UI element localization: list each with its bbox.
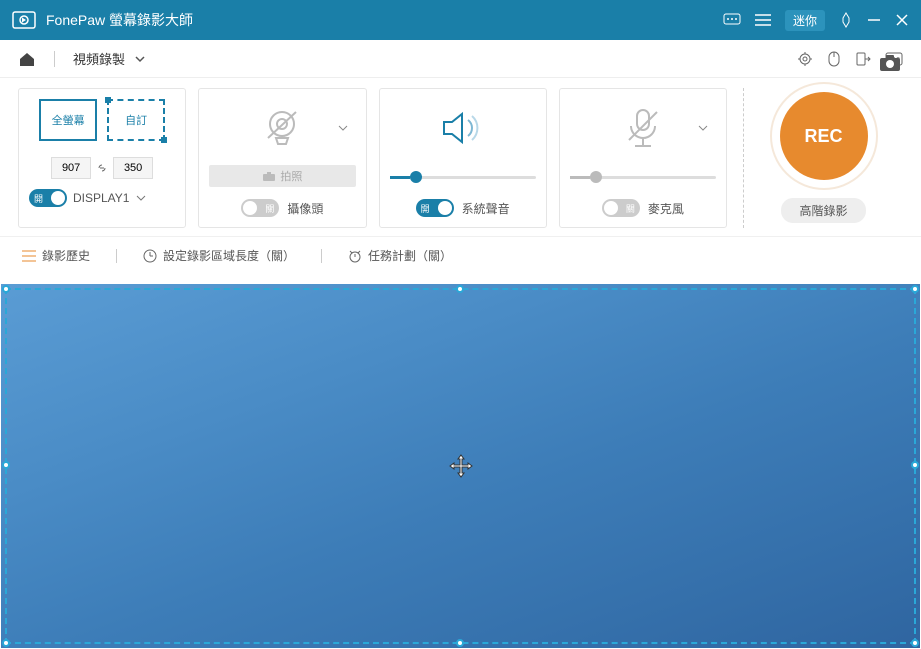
resize-handle-tm[interactable]	[456, 285, 464, 293]
webcam-card: 拍照 關 攝像頭	[198, 88, 366, 228]
webcam-snapshot-button[interactable]: 拍照	[209, 165, 355, 187]
capture-preview-area[interactable]	[1, 284, 920, 648]
app-title: FonePaw 螢幕錄影大師	[46, 10, 723, 30]
system-sound-toggle[interactable]: 開	[416, 199, 454, 217]
move-cursor-icon	[448, 453, 474, 479]
microphone-card: 關 麥克風	[559, 88, 727, 228]
mode-dropdown-icon[interactable]	[133, 52, 147, 66]
display-name: DISPLAY1	[73, 191, 129, 205]
top-toolbar: 視頻錄製 F10	[0, 40, 921, 78]
fullscreen-button[interactable]: 全螢幕	[39, 99, 97, 141]
record-column: REC 高階錄影	[743, 88, 903, 228]
selection-rectangle[interactable]	[5, 288, 916, 644]
custom-area-button[interactable]: 自訂	[107, 99, 165, 141]
microphone-label: 麥克風	[648, 200, 684, 217]
microphone-toggle[interactable]: 關	[602, 199, 640, 217]
resize-handle-bm[interactable]	[456, 639, 464, 647]
webcam-off-icon	[260, 108, 304, 148]
microphone-off-icon	[623, 106, 663, 150]
export-icon[interactable]	[855, 51, 871, 67]
system-volume-slider[interactable]	[390, 171, 536, 185]
record-length-button[interactable]: 設定錄影區域長度（關）	[143, 247, 295, 264]
record-button[interactable]: REC	[780, 92, 868, 180]
menu-icon[interactable]	[755, 14, 771, 26]
mic-dropdown-icon[interactable]	[696, 121, 710, 135]
list-icon	[22, 250, 36, 262]
webcam-toggle[interactable]: 關	[241, 199, 279, 217]
display-dropdown-icon[interactable]	[135, 192, 147, 204]
mic-volume-slider[interactable]	[570, 171, 716, 185]
speaker-icon	[438, 108, 488, 148]
history-button[interactable]: 錄影歷史	[22, 247, 90, 264]
webcam-dropdown-icon[interactable]	[336, 121, 350, 135]
pin-icon[interactable]	[839, 12, 853, 28]
app-logo-icon	[12, 11, 36, 29]
settings-cards: 全螢幕 自訂 開 DISPLAY1 拍照 關 攝像頭	[0, 78, 921, 236]
mouse-icon[interactable]	[827, 51, 841, 67]
screenshot-icon[interactable]	[879, 54, 901, 72]
width-input[interactable]	[51, 157, 91, 179]
feedback-icon[interactable]	[723, 13, 741, 27]
home-icon[interactable]	[18, 51, 36, 67]
resize-handle-bl[interactable]	[2, 639, 10, 647]
resize-handle-ml[interactable]	[2, 461, 10, 469]
close-icon[interactable]	[895, 13, 909, 27]
resize-handle-mr[interactable]	[911, 461, 919, 469]
screen-area-card: 全螢幕 自訂 開 DISPLAY1	[18, 88, 186, 228]
system-sound-label: 系統聲音	[462, 200, 510, 217]
settings-icon[interactable]	[797, 51, 813, 67]
webcam-label: 攝像頭	[287, 200, 323, 217]
titlebar: FonePaw 螢幕錄影大師 迷你	[0, 0, 921, 40]
mode-label: 視頻錄製	[73, 49, 125, 68]
resize-handle-tr[interactable]	[911, 285, 919, 293]
screen-toggle[interactable]: 開	[29, 189, 67, 207]
link-dimensions-icon[interactable]	[95, 161, 109, 175]
advanced-record-button[interactable]: 高階錄影	[781, 198, 865, 223]
resize-handle-tl[interactable]	[2, 285, 10, 293]
resize-handle-br[interactable]	[911, 639, 919, 647]
height-input[interactable]	[113, 157, 153, 179]
system-sound-card: 開 系統聲音	[379, 88, 547, 228]
status-bar: 錄影歷史 設定錄影區域長度（關） 任務計劃（關）	[0, 236, 921, 274]
alarm-icon	[348, 249, 362, 263]
minimize-icon[interactable]	[867, 13, 881, 27]
clock-icon	[143, 249, 157, 263]
mini-mode-button[interactable]: 迷你	[785, 10, 825, 31]
schedule-button[interactable]: 任務計劃（關）	[348, 247, 452, 264]
